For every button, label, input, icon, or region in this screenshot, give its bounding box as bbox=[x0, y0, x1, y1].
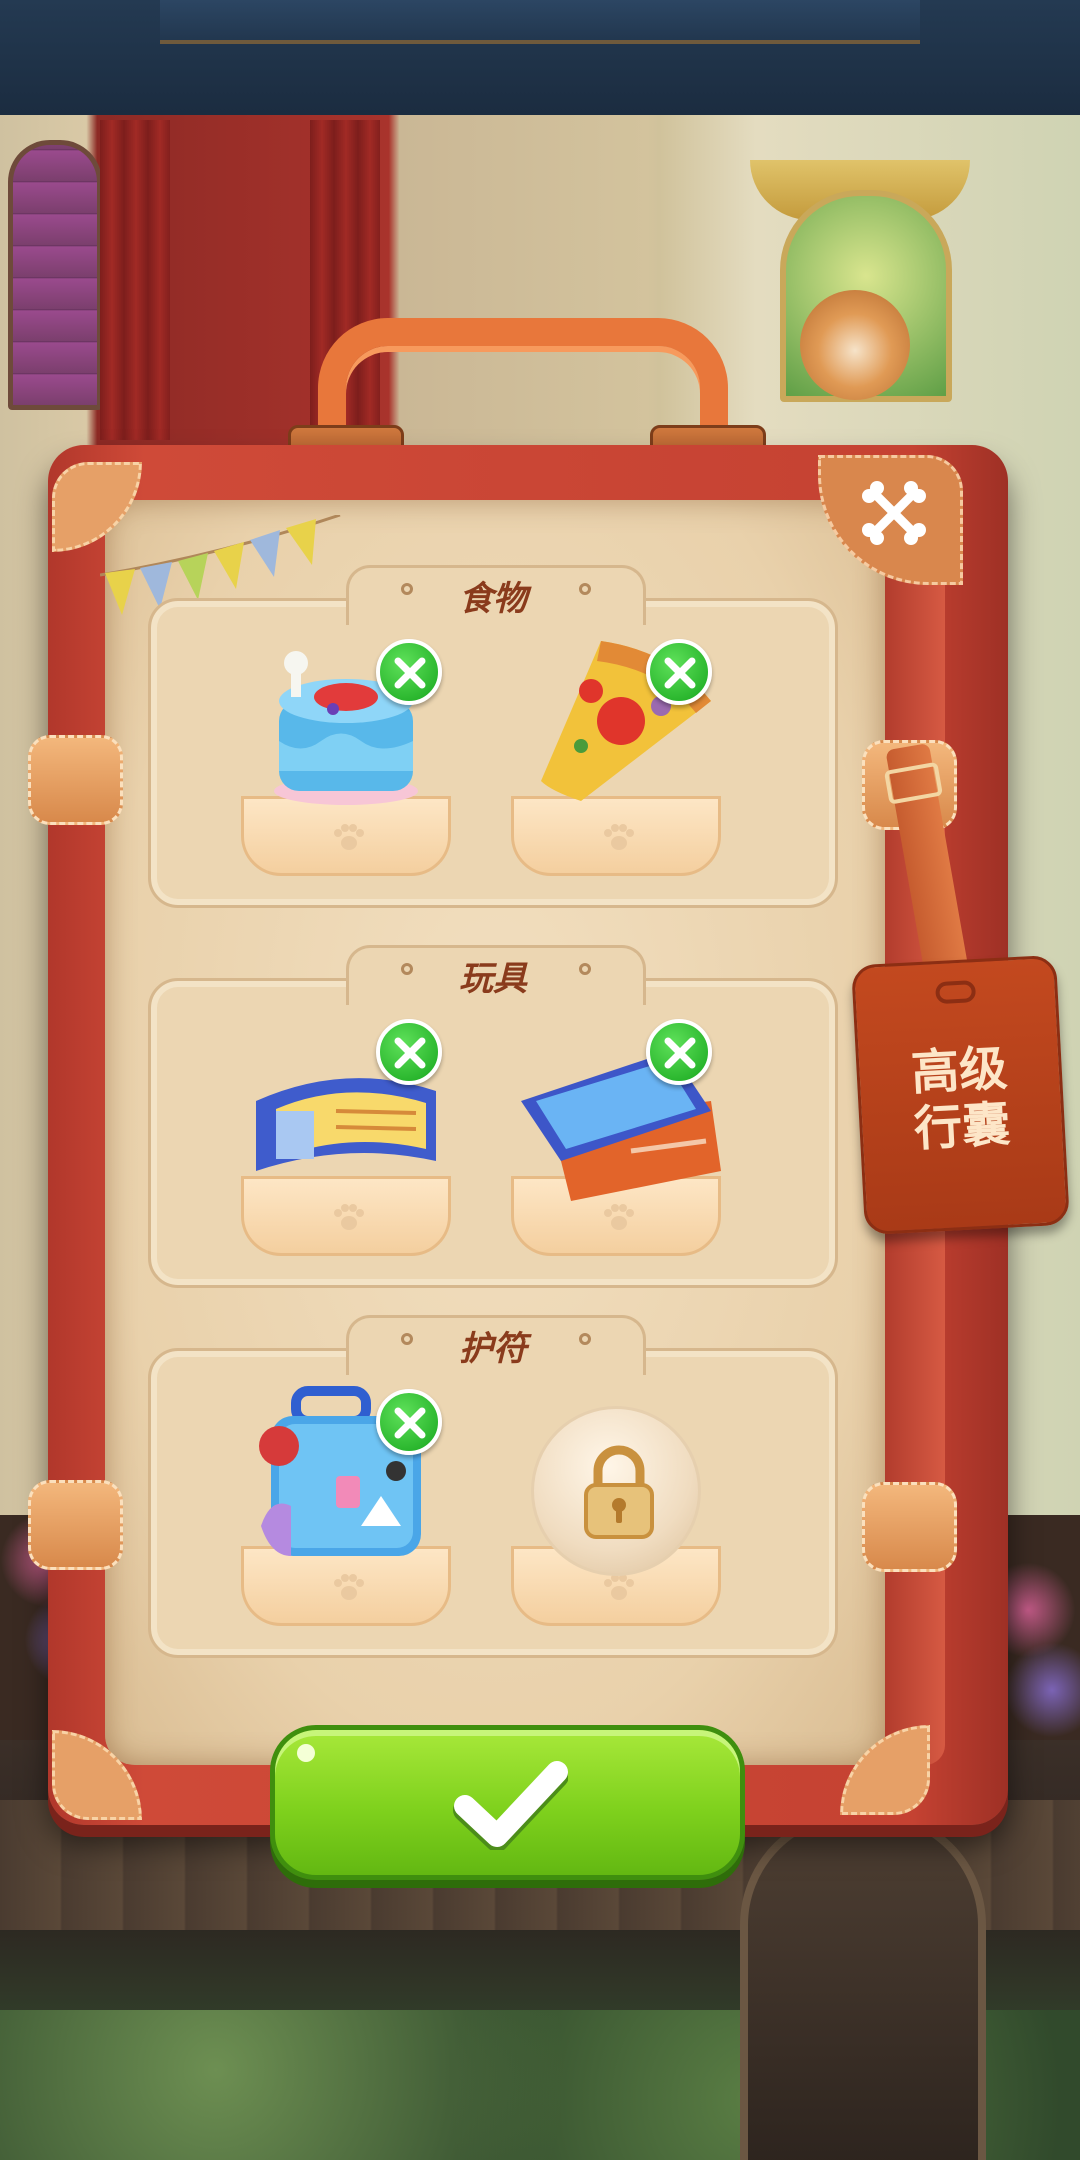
section-title: 玩具 bbox=[459, 959, 527, 999]
section-title: 护符 bbox=[459, 1329, 527, 1369]
section-toys: 玩具 bbox=[148, 945, 838, 1288]
close-icon bbox=[664, 1037, 696, 1069]
fox-character bbox=[800, 290, 910, 400]
red-curtain bbox=[100, 120, 170, 440]
tag-label-line1: 高级 bbox=[909, 1040, 1009, 1102]
close-icon bbox=[664, 657, 696, 689]
remove-item-button[interactable] bbox=[646, 639, 712, 705]
tag-label: 高级 行囊 bbox=[858, 1038, 1063, 1160]
locked-slot[interactable] bbox=[531, 1406, 701, 1576]
leather-strap bbox=[28, 1480, 123, 1570]
confirm-button[interactable] bbox=[270, 1725, 745, 1880]
section-charms: 护符 bbox=[148, 1315, 838, 1658]
stained-glass-window bbox=[8, 140, 102, 410]
remove-item-button[interactable] bbox=[376, 1389, 442, 1455]
remove-item-button[interactable] bbox=[646, 1019, 712, 1085]
leather-strap bbox=[862, 1482, 957, 1572]
section-title: 食物 bbox=[459, 579, 527, 619]
roof bbox=[0, 0, 1080, 115]
tag-label-line2: 行囊 bbox=[912, 1096, 1012, 1158]
checkmark-icon bbox=[453, 1761, 568, 1850]
close-icon bbox=[394, 1037, 426, 1069]
crossed-bones-icon bbox=[862, 481, 926, 545]
premium-bag-tag: 高级 行囊 bbox=[851, 954, 1070, 1236]
close-icon bbox=[394, 1407, 426, 1439]
leather-strap bbox=[28, 735, 123, 825]
padlock-icon bbox=[584, 1445, 654, 1539]
remove-item-button[interactable] bbox=[376, 1019, 442, 1085]
castle-door bbox=[740, 1810, 986, 2160]
section-food: 食物 bbox=[148, 565, 838, 908]
close-icon bbox=[394, 657, 426, 689]
remove-item-button[interactable] bbox=[376, 639, 442, 705]
